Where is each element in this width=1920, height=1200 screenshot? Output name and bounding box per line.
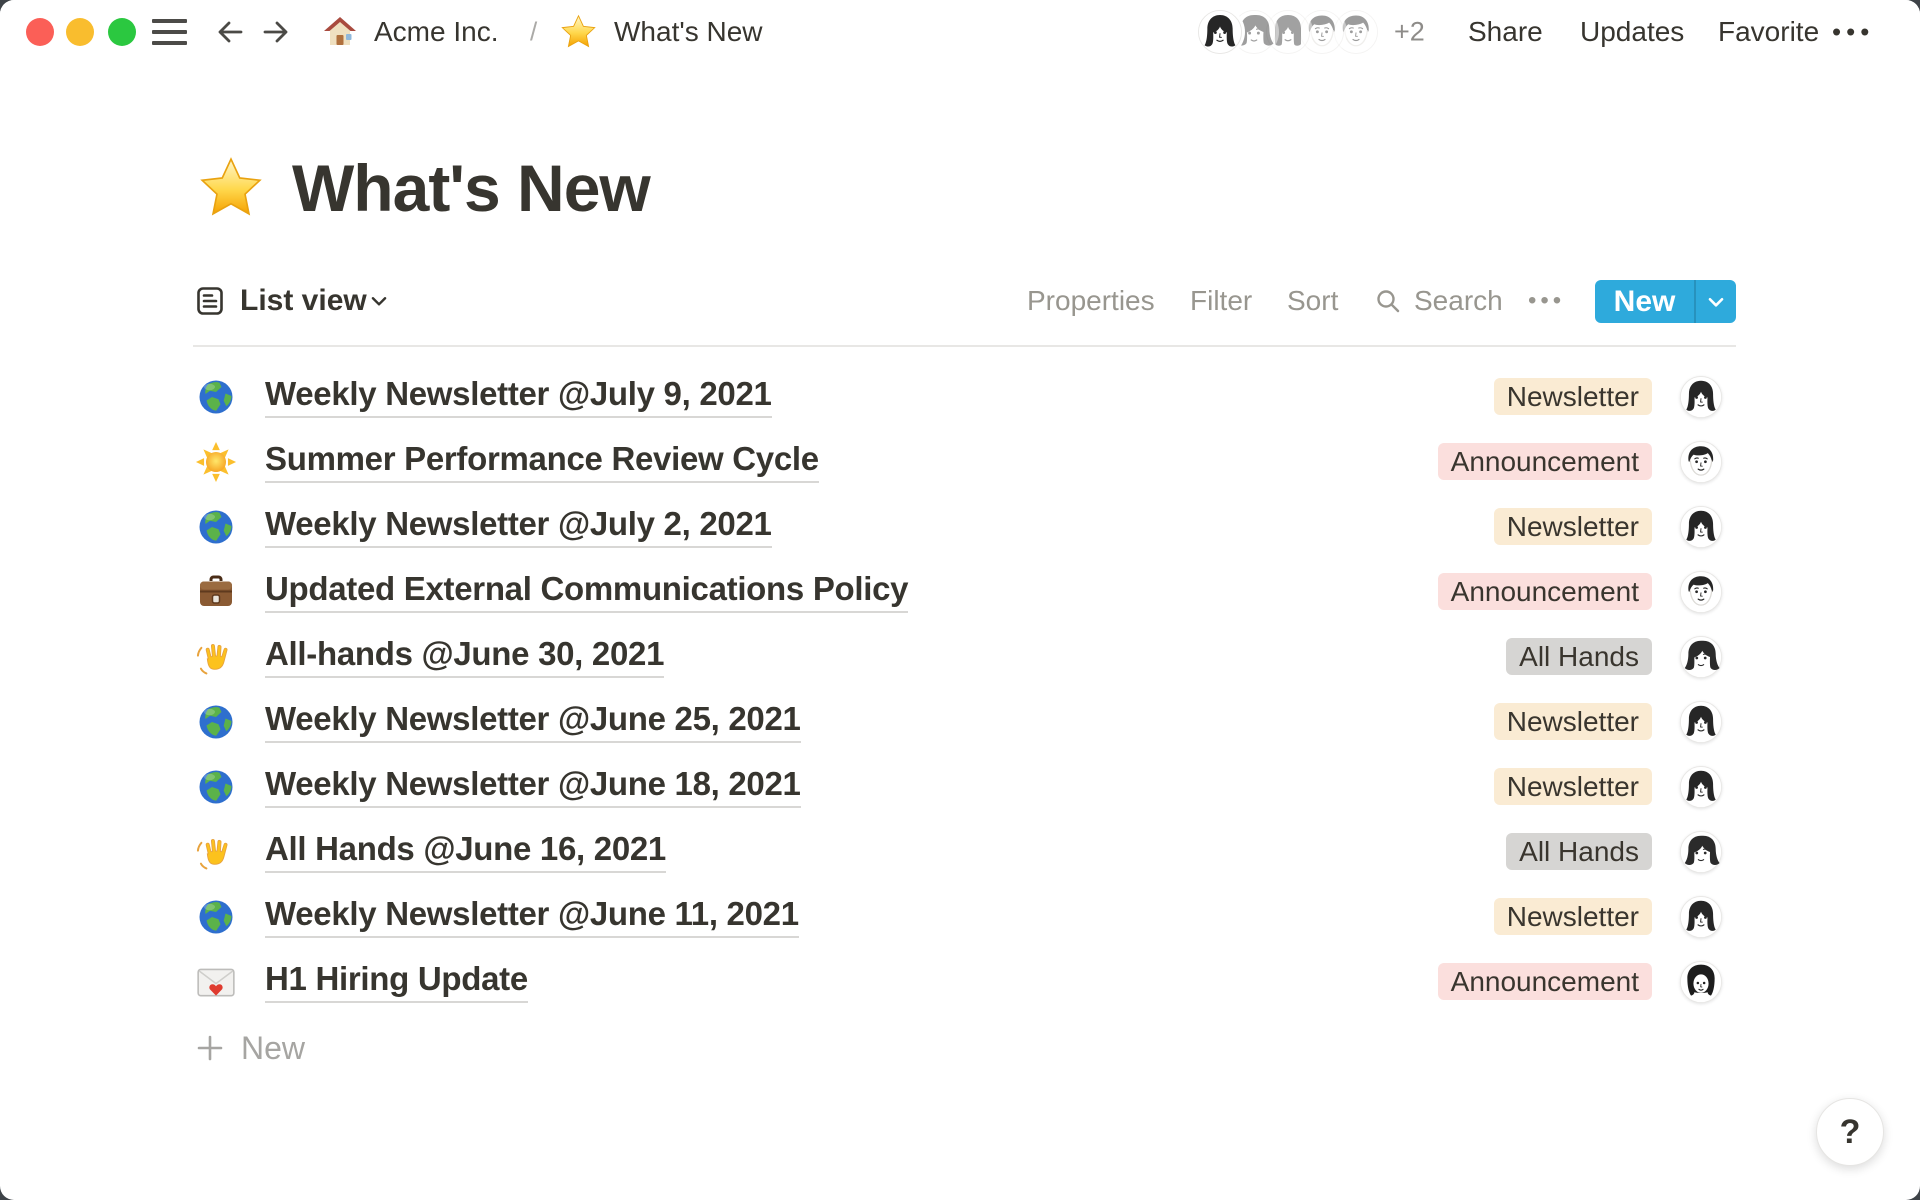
created-by-avatar <box>1680 896 1722 938</box>
view-toolbar: List view Properties Filter Sort Search … <box>0 276 1920 326</box>
avatar-overflow-count[interactable]: +2 <box>1394 17 1425 48</box>
list-item[interactable]: Weekly Newsletter @June 11, 2021 Newslet… <box>195 884 1736 949</box>
page-link[interactable]: All-hands @June 30, 2021 <box>265 635 664 678</box>
list-item[interactable]: Weekly Newsletter @July 2, 2021 Newslett… <box>195 494 1736 559</box>
page-icon <box>195 376 237 418</box>
collaborator-avatar[interactable] <box>1198 10 1242 54</box>
help-button[interactable]: ? <box>1816 1098 1884 1166</box>
tag-badge: Newsletter <box>1494 378 1652 415</box>
tag-badge: Newsletter <box>1494 508 1652 545</box>
breadcrumb-workspace[interactable]: Acme Inc. <box>374 16 498 48</box>
page-link[interactable]: Weekly Newsletter @June 18, 2021 <box>265 765 801 808</box>
properties-button[interactable]: Properties <box>1027 285 1155 317</box>
tag-badge: All Hands <box>1506 638 1652 675</box>
tag-badge: Announcement <box>1438 573 1652 610</box>
created-by-avatar <box>1680 636 1722 678</box>
page-link[interactable]: Updated External Communications Policy <box>265 570 908 613</box>
page-icon <box>195 636 237 678</box>
page-link[interactable]: Weekly Newsletter @July 9, 2021 <box>265 375 772 418</box>
traffic-light-minimize-button[interactable] <box>66 18 94 46</box>
search-button[interactable]: Search <box>1414 285 1503 317</box>
plus-icon <box>195 1033 225 1063</box>
back-arrow-icon[interactable] <box>216 18 244 46</box>
view-switcher[interactable]: List view <box>240 284 367 318</box>
page-star-icon <box>198 155 264 221</box>
page-link[interactable]: Weekly Newsletter @June 25, 2021 <box>265 700 801 743</box>
chevron-down-icon[interactable] <box>368 290 390 312</box>
new-button[interactable]: New <box>1595 280 1736 323</box>
more-options-icon[interactable]: ••• <box>1832 17 1874 48</box>
tag-badge: Newsletter <box>1494 898 1652 935</box>
page-icon <box>195 701 237 743</box>
house-icon <box>322 14 358 50</box>
list-item[interactable]: Weekly Newsletter @June 18, 2021 Newslet… <box>195 754 1736 819</box>
page-icon <box>195 831 237 873</box>
page-icon <box>195 961 237 1003</box>
toolbar-divider <box>193 345 1736 347</box>
tag-badge: Announcement <box>1438 443 1652 480</box>
created-by-avatar <box>1680 766 1722 808</box>
page-list: Weekly Newsletter @July 9, 2021 Newslett… <box>195 364 1736 1076</box>
created-by-avatar <box>1680 961 1722 1003</box>
list-item[interactable]: All-hands @June 30, 2021 All Hands <box>195 624 1736 689</box>
page-link[interactable]: Summer Performance Review Cycle <box>265 440 819 483</box>
list-item[interactable]: H1 Hiring Update Announcement <box>195 949 1736 1014</box>
page-icon <box>195 441 237 483</box>
page-link[interactable]: Weekly Newsletter @June 11, 2021 <box>265 895 799 938</box>
tag-badge: Newsletter <box>1494 768 1652 805</box>
page-link[interactable]: H1 Hiring Update <box>265 960 528 1003</box>
new-button-chevron-down-icon[interactable] <box>1696 280 1736 323</box>
star-icon <box>560 14 597 51</box>
page-link[interactable]: Weekly Newsletter @July 2, 2021 <box>265 505 772 548</box>
list-view-icon[interactable] <box>195 286 225 316</box>
page-icon <box>195 571 237 613</box>
tag-badge: All Hands <box>1506 833 1652 870</box>
add-new-row-label: New <box>241 1030 305 1067</box>
created-by-avatar <box>1680 376 1722 418</box>
list-item[interactable]: Weekly Newsletter @July 9, 2021 Newslett… <box>195 364 1736 429</box>
created-by-avatar <box>1680 506 1722 548</box>
tag-badge: Announcement <box>1438 963 1652 1000</box>
created-by-avatar <box>1680 441 1722 483</box>
forward-arrow-icon[interactable] <box>262 18 290 46</box>
breadcrumb-page[interactable]: What's New <box>614 16 763 48</box>
share-button[interactable]: Share <box>1468 16 1543 48</box>
created-by-avatar <box>1680 831 1722 873</box>
add-new-row[interactable]: New <box>195 1020 1736 1076</box>
sort-button[interactable]: Sort <box>1287 285 1338 317</box>
list-item[interactable]: Updated External Communications Policy A… <box>195 559 1736 624</box>
breadcrumb-separator: / <box>530 17 537 48</box>
favorite-button[interactable]: Favorite <box>1718 16 1819 48</box>
page-link[interactable]: All Hands @June 16, 2021 <box>265 830 666 873</box>
collaborator-avatars[interactable] <box>1198 10 1378 54</box>
new-button-label[interactable]: New <box>1595 280 1694 323</box>
view-more-options-icon[interactable]: ••• <box>1528 287 1565 315</box>
page-icon <box>195 896 237 938</box>
updates-button[interactable]: Updates <box>1580 16 1684 48</box>
search-icon[interactable] <box>1375 288 1401 314</box>
list-item[interactable]: Summer Performance Review Cycle Announce… <box>195 429 1736 494</box>
window-topbar: Acme Inc. / What's New +2 Share Updates … <box>0 0 1920 64</box>
list-item[interactable]: All Hands @June 16, 2021 All Hands <box>195 819 1736 884</box>
created-by-avatar <box>1680 701 1722 743</box>
filter-button[interactable]: Filter <box>1190 285 1252 317</box>
page-icon <box>195 506 237 548</box>
created-by-avatar <box>1680 571 1722 613</box>
sidebar-menu-icon[interactable] <box>152 19 187 45</box>
traffic-light-zoom-button[interactable] <box>108 18 136 46</box>
tag-badge: Newsletter <box>1494 703 1652 740</box>
list-item[interactable]: Weekly Newsletter @June 25, 2021 Newslet… <box>195 689 1736 754</box>
notion-window: Acme Inc. / What's New +2 Share Updates … <box>0 0 1920 1200</box>
traffic-light-close-button[interactable] <box>26 18 54 46</box>
page-title[interactable]: What's New <box>292 148 650 228</box>
page-icon <box>195 766 237 808</box>
